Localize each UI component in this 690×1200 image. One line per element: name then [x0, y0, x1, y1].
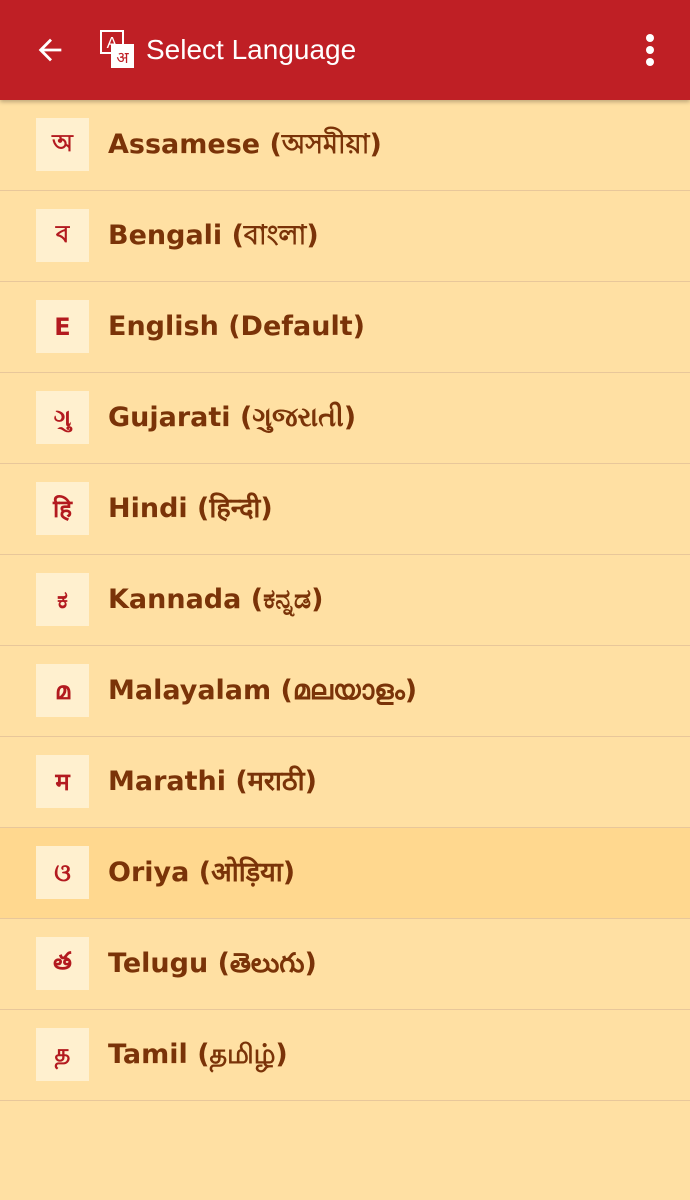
language-item-kannada[interactable]: ಕ Kannada (ಕನ್ನಡ)	[0, 555, 690, 646]
back-button[interactable]	[26, 26, 74, 74]
language-glyph: త	[36, 937, 89, 990]
language-glyph: E	[36, 300, 89, 353]
language-label: Tamil (தமிழ்)	[108, 1039, 288, 1070]
language-label: Hindi (हिन्दी)	[108, 493, 273, 524]
language-item-gujarati[interactable]: ગુ Gujarati (ગુજરાતી)	[0, 373, 690, 464]
language-glyph: ଓ	[36, 846, 89, 899]
language-item-oriya[interactable]: ଓ Oriya (ओड़िया)	[0, 828, 690, 919]
language-label: Gujarati (ગુજરાતી)	[108, 402, 357, 433]
more-vert-icon	[646, 34, 654, 66]
language-item-english[interactable]: E English (Default)	[0, 282, 690, 373]
arrow-left-icon	[38, 38, 62, 62]
language-item-tamil[interactable]: த Tamil (தமிழ்)	[0, 1010, 690, 1101]
language-item-hindi[interactable]: हि Hindi (हिन्दी)	[0, 464, 690, 555]
language-label: Malayalam (മലയാളം)	[108, 675, 418, 706]
language-list: অ Assamese (অসমীয়া) ব Bengali (বাংলা) E…	[0, 100, 690, 1101]
language-label: English (Default)	[108, 311, 365, 342]
language-glyph: മ	[36, 664, 89, 717]
language-label: Kannada (ಕನ್ನಡ)	[108, 584, 324, 615]
language-label: Marathi (मराठी)	[108, 766, 317, 797]
language-glyph: ಕ	[36, 573, 89, 626]
language-label: Assamese (অসমীয়া)	[108, 129, 382, 160]
translate-icon: A अ	[100, 30, 134, 68]
svg-text:अ: अ	[116, 48, 129, 67]
language-glyph: ব	[36, 209, 89, 262]
language-item-marathi[interactable]: म Marathi (मराठी)	[0, 737, 690, 828]
language-glyph: ગુ	[36, 391, 89, 444]
language-label: Oriya (ओड़िया)	[108, 857, 296, 888]
language-item-assamese[interactable]: অ Assamese (অসমীয়া)	[0, 100, 690, 191]
language-glyph: த	[36, 1028, 89, 1081]
language-label: Telugu (తెలుగు)	[108, 948, 317, 979]
language-glyph: অ	[36, 118, 89, 171]
language-glyph: म	[36, 755, 89, 808]
language-label: Bengali (বাংলা)	[108, 220, 319, 251]
language-item-bengali[interactable]: ব Bengali (বাংলা)	[0, 191, 690, 282]
language-glyph: हि	[36, 482, 89, 535]
overflow-menu-button[interactable]	[626, 26, 674, 74]
language-item-malayalam[interactable]: മ Malayalam (മലയാളം)	[0, 646, 690, 737]
app-bar: A अ Select Language	[0, 0, 690, 100]
language-item-telugu[interactable]: త Telugu (తెలుగు)	[0, 919, 690, 1010]
page-title: Select Language	[146, 34, 357, 65]
